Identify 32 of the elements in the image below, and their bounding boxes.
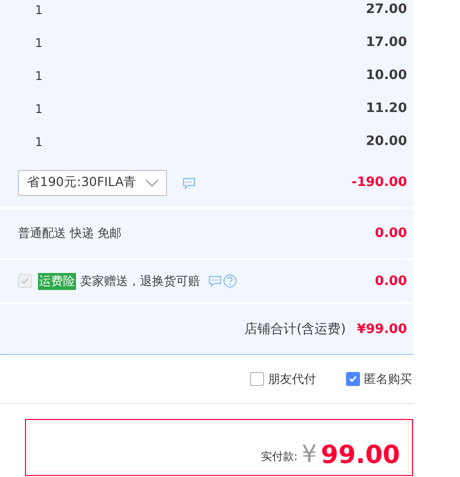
payment-amount: 99.00 xyxy=(320,440,400,468)
item-price: 27.00 xyxy=(366,2,407,17)
shop-total-label: 店铺合计(含运费) xyxy=(244,321,346,338)
check-icon xyxy=(348,374,358,384)
shop-total-amount: ¥99.00 xyxy=(356,322,407,336)
quantity: 1 xyxy=(35,68,43,82)
checkbox[interactable] xyxy=(346,372,360,386)
quantity: 1 xyxy=(35,134,43,148)
payment-label: 实付款: xyxy=(260,449,298,464)
promotion-dropdown[interactable]: 省190元:30FILA青 xyxy=(18,170,167,196)
quantity: 1 xyxy=(35,2,43,16)
check-icon xyxy=(20,276,30,286)
currency-symbol: ¥ xyxy=(302,440,317,468)
quantity: 1 xyxy=(35,36,43,50)
checkbox[interactable] xyxy=(250,372,264,386)
option-label[interactable]: 朋友代付 xyxy=(268,370,316,388)
quantity: 1 xyxy=(35,102,43,116)
caret-icon xyxy=(144,178,159,186)
item-price: 11.20 xyxy=(366,101,407,116)
insurance-amount: 0.00 xyxy=(374,274,407,288)
insurance-badge: 运费险 xyxy=(38,272,76,290)
insurance-text: 卖家赠送，退换货可赔 xyxy=(80,272,200,290)
option-label[interactable]: 匿名购买 xyxy=(364,370,412,388)
shipping-amount: 0.00 xyxy=(374,226,407,241)
item-price: 10.00 xyxy=(366,68,407,83)
item-price: 17.00 xyxy=(366,35,407,50)
shipping-label: 普通配送 快递 免邮 xyxy=(18,225,122,242)
item-price: 20.00 xyxy=(366,134,407,149)
discount-amount: -190.00 xyxy=(351,175,407,190)
help-icon[interactable] xyxy=(223,274,237,288)
comment-icon[interactable] xyxy=(182,176,196,188)
comment-icon[interactable] xyxy=(208,275,222,287)
